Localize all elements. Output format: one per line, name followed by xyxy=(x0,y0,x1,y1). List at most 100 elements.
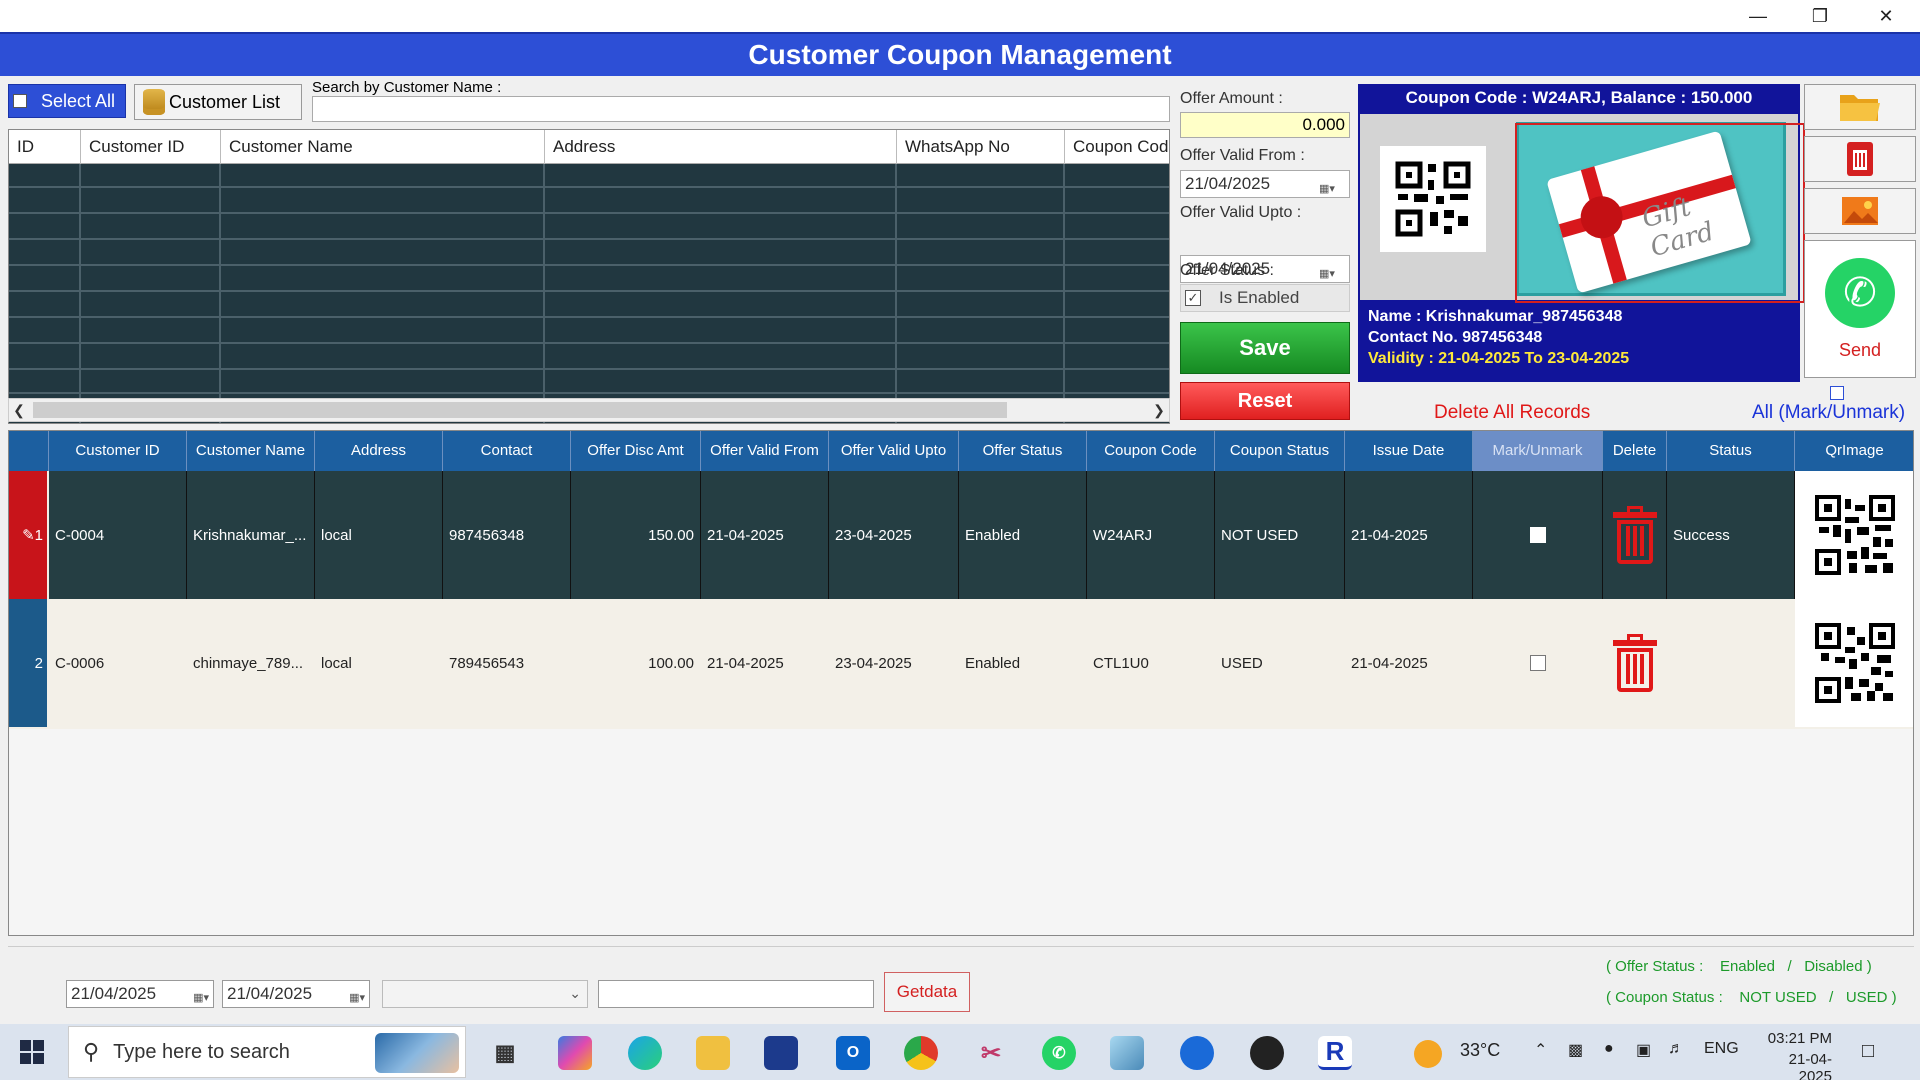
column-header[interactable]: QrImage xyxy=(1795,431,1913,471)
volume-icon[interactable]: ♬ xyxy=(1668,1040,1684,1058)
weather-icon[interactable] xyxy=(1414,1040,1442,1068)
snipping-tool-icon[interactable]: ✂ xyxy=(974,1036,1008,1070)
cell-contact[interactable]: 789456543 xyxy=(443,599,571,727)
column-header[interactable]: Offer Disc Amt xyxy=(571,431,701,471)
column-header[interactable]: Customer Name xyxy=(187,431,315,471)
cell-mark[interactable] xyxy=(1473,471,1603,599)
cell-qr-image[interactable] xyxy=(1795,599,1913,727)
windows-start-icon[interactable] xyxy=(20,1040,44,1064)
row-header[interactable]: 2 xyxy=(9,599,47,727)
weather-temperature[interactable]: 33°C xyxy=(1460,1040,1500,1061)
column-header[interactable]: Offer Valid Upto xyxy=(829,431,959,471)
cell-valid-upto[interactable]: 23-04-2025 xyxy=(829,471,959,599)
active-app-icon[interactable]: R xyxy=(1318,1036,1352,1070)
display-icon[interactable]: ▣ xyxy=(1636,1040,1651,1060)
close-button[interactable]: ✕ xyxy=(1856,0,1916,32)
column-header[interactable]: ID xyxy=(9,130,81,164)
cell-coupon-code[interactable]: W24ARJ xyxy=(1087,471,1215,599)
customer-grid[interactable]: ID Customer ID Customer Name Address Wha… xyxy=(8,129,1170,424)
cell-qr-image[interactable] xyxy=(1795,471,1913,599)
delete-all-records-link[interactable]: Delete All Records xyxy=(1434,402,1590,424)
column-header[interactable]: Offer Status xyxy=(959,431,1087,471)
mark-all-label[interactable]: All (Mark/Unmark) xyxy=(1752,402,1905,424)
column-header[interactable]: Address xyxy=(545,130,897,164)
cell-delete[interactable] xyxy=(1603,471,1667,599)
app-icon[interactable] xyxy=(1110,1036,1144,1070)
cell-offer-status[interactable]: Enabled xyxy=(959,471,1087,599)
offer-valid-from-picker[interactable]: 21/04/2025 ▦▾ xyxy=(1180,170,1350,198)
column-header[interactable]: Delete xyxy=(1603,431,1667,471)
app-icon[interactable] xyxy=(1250,1036,1284,1070)
restore-button[interactable]: ❐ xyxy=(1790,0,1850,32)
mark-checkbox[interactable] xyxy=(1529,527,1546,543)
cell-coupon-status[interactable]: USED xyxy=(1215,599,1345,727)
select-all-checkbox[interactable]: Select All xyxy=(8,84,126,118)
cell-address[interactable]: local xyxy=(315,471,443,599)
remote-desktop-icon[interactable] xyxy=(1180,1036,1214,1070)
calendar-icon[interactable]: ▦▾ xyxy=(1319,176,1345,195)
network-icon[interactable]: ▩ xyxy=(1568,1040,1583,1060)
column-header[interactable]: Issue Date xyxy=(1345,431,1473,471)
calendar-icon[interactable]: ▦▾ xyxy=(193,985,209,1011)
cell-contact[interactable]: 987456348 xyxy=(443,471,571,599)
cell-customer-name[interactable]: Krishnakumar_... xyxy=(187,471,315,599)
cell-valid-from[interactable]: 21-04-2025 xyxy=(701,471,829,599)
column-header[interactable]: Mark/Unmark xyxy=(1473,431,1603,471)
cell-address[interactable]: local xyxy=(315,599,443,727)
microphone-icon[interactable]: ● xyxy=(1604,1040,1614,1058)
task-view-icon[interactable]: ▦ xyxy=(488,1036,522,1070)
save-button[interactable]: Save xyxy=(1180,322,1350,374)
mark-all-checkbox[interactable] xyxy=(1830,386,1844,400)
outlook-icon[interactable]: O xyxy=(836,1036,870,1070)
minimize-button[interactable]: — xyxy=(1728,0,1788,32)
cell-issue-date[interactable]: 21-04-2025 xyxy=(1345,471,1473,599)
search-input[interactable] xyxy=(312,96,1170,122)
delete-file-button[interactable] xyxy=(1804,136,1916,182)
column-header[interactable]: Address xyxy=(315,431,443,471)
horizontal-scrollbar[interactable]: ❮ ❯ xyxy=(8,398,1170,422)
footer-date-from-picker[interactable]: 21/04/2025 ▦▾ xyxy=(66,980,214,1008)
trash-icon[interactable] xyxy=(1612,506,1657,564)
taskbar-search[interactable]: ⚲ Type here to search xyxy=(68,1026,466,1078)
clock[interactable]: 03:21 PM 21-04-2025 xyxy=(1760,1030,1832,1080)
column-header[interactable]: Contact xyxy=(443,431,571,471)
image-button[interactable] xyxy=(1804,188,1916,234)
column-header[interactable]: Coupon Cod xyxy=(1065,130,1169,164)
edge-icon[interactable] xyxy=(628,1036,662,1070)
chevron-down-icon[interactable]: ⌄ xyxy=(569,985,581,1002)
calendar-icon[interactable]: ▦▾ xyxy=(1319,261,1345,280)
column-header[interactable]: Customer ID xyxy=(49,431,187,471)
scroll-right-icon[interactable]: ❯ xyxy=(1149,399,1169,421)
cell-coupon-status[interactable]: NOT USED xyxy=(1215,471,1345,599)
column-header[interactable]: Status xyxy=(1667,431,1795,471)
footer-filter-input[interactable] xyxy=(598,980,874,1008)
calendar-icon[interactable]: ▦▾ xyxy=(349,985,365,1011)
whatsapp-taskbar-icon[interactable]: ✆ xyxy=(1042,1036,1076,1070)
offer-amount-input[interactable]: 0.000 xyxy=(1180,112,1350,138)
column-header[interactable]: Offer Valid From xyxy=(701,431,829,471)
cell-valid-upto[interactable]: 23-04-2025 xyxy=(829,599,959,727)
is-enabled-checkbox[interactable]: ✓ Is Enabled xyxy=(1180,284,1350,312)
open-folder-button[interactable] xyxy=(1804,84,1916,130)
column-header[interactable]: Customer ID xyxy=(81,130,221,164)
store-icon[interactable] xyxy=(764,1036,798,1070)
column-header[interactable]: Coupon Code xyxy=(1087,431,1215,471)
cell-customer-name[interactable]: chinmaye_789... xyxy=(187,599,315,727)
cell-disc-amt[interactable]: 150.00 xyxy=(571,471,701,599)
column-header[interactable]: Customer Name xyxy=(221,130,545,164)
footer-date-to-picker[interactable]: 21/04/2025 ▦▾ xyxy=(222,980,370,1008)
cell-status[interactable] xyxy=(1667,599,1795,727)
cell-customer-id[interactable]: C-0006 xyxy=(49,599,187,727)
language-indicator[interactable]: ENG xyxy=(1704,1040,1739,1058)
mark-checkbox[interactable] xyxy=(1529,655,1546,671)
cell-customer-id[interactable]: C-0004 xyxy=(49,471,187,599)
customer-list-button[interactable]: Customer List xyxy=(134,84,302,120)
getdata-button[interactable]: Getdata xyxy=(884,972,970,1012)
send-whatsapp-button[interactable]: ✆ Send xyxy=(1804,240,1916,378)
copilot-icon[interactable] xyxy=(558,1036,592,1070)
footer-filter-dropdown[interactable]: ⌄ xyxy=(382,980,588,1008)
coupon-grid[interactable]: Customer ID Customer Name Address Contac… xyxy=(8,430,1914,936)
cell-coupon-code[interactable]: CTL1U0 xyxy=(1087,599,1215,727)
cell-mark[interactable] xyxy=(1473,599,1603,727)
cell-offer-status[interactable]: Enabled xyxy=(959,599,1087,727)
